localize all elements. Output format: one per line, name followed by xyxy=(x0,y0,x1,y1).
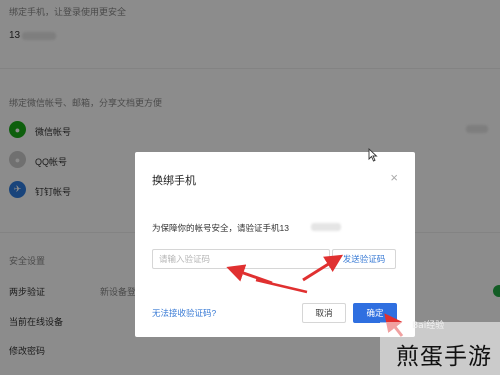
verification-code-input[interactable] xyxy=(152,249,330,269)
cannot-receive-code-link[interactable]: 无法接收验证码? xyxy=(152,307,216,319)
send-code-button[interactable]: 发送验证码 xyxy=(332,249,396,269)
mouse-cursor-icon xyxy=(368,148,378,162)
watermark-text: 煎蛋手游 xyxy=(396,344,492,370)
ok-button[interactable]: 确定 xyxy=(353,303,397,323)
phone-suffix-blur xyxy=(311,223,341,231)
change-phone-dialog: 换绑手机 × 为保障你的帐号安全，请验证手机13 发送验证码 无法接收验证码? … xyxy=(135,152,415,337)
cancel-button[interactable]: 取消 xyxy=(302,303,346,323)
close-icon[interactable]: × xyxy=(390,170,398,185)
watermark-logo: Bai经验 xyxy=(412,321,445,331)
verification-description: 为保障你的帐号安全，请验证手机13 xyxy=(152,223,289,233)
dialog-title: 换绑手机 xyxy=(152,175,196,187)
